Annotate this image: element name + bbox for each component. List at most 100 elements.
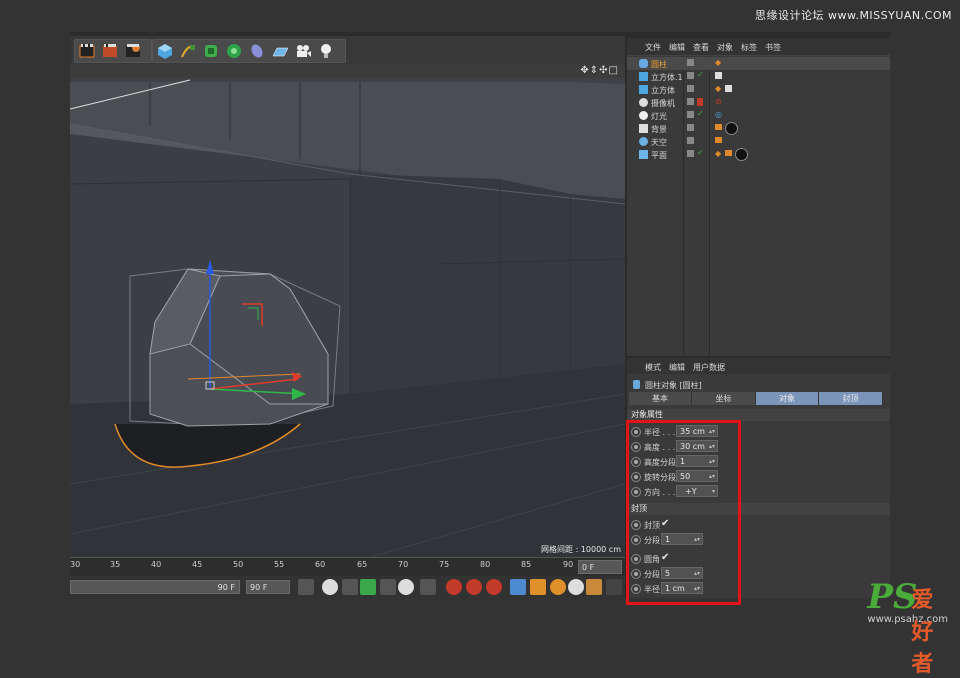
highlight-box <box>626 420 741 605</box>
tab-basic[interactable]: 基本 <box>629 392 692 405</box>
timeline-tick: 50 <box>233 560 244 569</box>
timeline-tick: 85 <box>521 560 532 569</box>
timeline-tick: 80 <box>480 560 491 569</box>
timeline-tick: 30 <box>70 560 81 569</box>
menu-edit[interactable]: 编辑 <box>669 362 685 373</box>
timeline-tick: 40 <box>151 560 162 569</box>
move-key-icon[interactable] <box>510 579 526 595</box>
object-row-camera[interactable]: 摄像机 ⊘ <box>627 96 890 109</box>
object-row-cylinder[interactable]: 圆柱 ◆ <box>627 57 890 70</box>
layer-icon <box>687 98 694 105</box>
render-view-button[interactable] <box>77 41 97 61</box>
timeline-tick: 65 <box>357 560 368 569</box>
cube-icon[interactable] <box>155 41 175 61</box>
viewport-header <box>70 64 625 78</box>
viewport-nav-icons[interactable]: ✥⇕✣□ <box>580 65 619 76</box>
check-icon: ✓ <box>697 70 704 79</box>
end-frame-field[interactable]: 90 F <box>246 580 290 594</box>
check-icon: ✓ <box>697 148 704 157</box>
sky-icon <box>639 137 648 146</box>
attribute-title: 圆柱对象 [圆柱] <box>645 381 702 390</box>
object-row-light[interactable]: 灯光 ✓ ◎ <box>627 109 890 122</box>
menu-bookmark[interactable]: 书签 <box>765 42 781 53</box>
layer-icon <box>687 124 694 131</box>
transport-bar: 90 F 90 F <box>70 576 625 598</box>
pla-key-icon[interactable] <box>586 579 602 595</box>
param-key-icon[interactable] <box>568 579 584 595</box>
tab-coordinates[interactable]: 坐标 <box>692 392 756 405</box>
menu-file[interactable]: 文件 <box>645 42 661 53</box>
array-icon[interactable] <box>224 41 244 61</box>
menu-mode[interactable]: 模式 <box>645 362 661 373</box>
menu-edit[interactable]: 编辑 <box>669 42 685 53</box>
render-settings-button[interactable] <box>123 41 143 61</box>
object-row-sky[interactable]: 天空 <box>627 135 890 148</box>
rotate-key-icon[interactable] <box>550 579 566 595</box>
camera-icon <box>639 98 648 107</box>
timeline-ruler[interactable]: 30 35 40 45 50 55 60 65 70 75 80 85 90 0… <box>70 557 625 576</box>
camera-icon[interactable] <box>293 41 313 61</box>
protection-tag-icon: ⊘ <box>715 97 722 106</box>
render-button-group <box>74 39 152 63</box>
prev-key-icon[interactable] <box>322 579 338 595</box>
grid-spacing-label: 网格间距 : 10000 cm <box>541 545 621 554</box>
tab-caps[interactable]: 封顶 <box>819 392 883 405</box>
layer-icon <box>687 137 694 144</box>
timeline-tick: 90 <box>563 560 574 569</box>
tag-icon: ◆ <box>715 149 722 158</box>
check-icon: ✓ <box>697 109 704 118</box>
pen-spline-icon[interactable] <box>178 41 198 61</box>
frame-range-slider[interactable]: 90 F <box>70 580 240 594</box>
step-forward-icon[interactable] <box>380 579 396 595</box>
object-manager-menu: 文件 编辑 查看 对象 标签 书签 <box>627 38 890 56</box>
timeline-tick: 45 <box>192 560 203 569</box>
layer-icon <box>687 150 694 157</box>
keyframe-selection-icon[interactable] <box>486 579 502 595</box>
menu-view[interactable]: 查看 <box>693 42 709 53</box>
timeline-menu-icon[interactable] <box>606 579 622 595</box>
menu-user-data[interactable]: 用户数据 <box>693 362 725 373</box>
tag-icon: ◆ <box>715 84 722 93</box>
render-region-button[interactable] <box>100 41 120 61</box>
compositing-tag-icon <box>725 150 732 156</box>
texture-tag-icon <box>725 85 732 92</box>
material-tag-icon <box>735 148 748 161</box>
play-icon[interactable] <box>360 579 376 595</box>
tab-object[interactable]: 对象 <box>756 392 819 405</box>
step-back-icon[interactable] <box>342 579 358 595</box>
plane-icon <box>639 150 648 159</box>
tag-icon: ◆ <box>715 58 722 67</box>
menu-tag[interactable]: 标签 <box>741 42 757 53</box>
timeline-tick: 35 <box>110 560 121 569</box>
object-row-background[interactable]: 背景 <box>627 122 890 135</box>
cylinder-icon <box>633 380 640 389</box>
background-icon <box>639 124 648 133</box>
attribute-manager-menu: 模式 编辑 用户数据 <box>627 358 890 374</box>
material-tag-icon <box>725 122 738 135</box>
object-row-plane[interactable]: 平面 ✓ ◆ <box>627 148 890 161</box>
layer-icon <box>687 85 694 92</box>
light-icon <box>639 111 648 120</box>
deformer-icon[interactable] <box>247 41 267 61</box>
subdivision-icon[interactable] <box>201 41 221 61</box>
object-row-cube[interactable]: 立方体 ◆ <box>627 83 890 96</box>
floor-icon[interactable] <box>270 41 290 61</box>
next-key-icon[interactable] <box>398 579 414 595</box>
object-manager: 文件 编辑 查看 对象 标签 书签 圆柱 ◆ 立方体.1 ✓ 立方体 ◆ 摄像机… <box>627 38 890 356</box>
current-frame-field[interactable]: 0 F <box>578 560 622 574</box>
light-icon[interactable] <box>316 41 336 61</box>
timeline-tick: 75 <box>439 560 450 569</box>
layer-icon <box>687 72 694 79</box>
menu-object[interactable]: 对象 <box>717 42 733 53</box>
scale-key-icon[interactable] <box>530 579 546 595</box>
record-key-icon[interactable] <box>446 579 462 595</box>
3d-viewport[interactable]: ✥⇕✣□ 网格间距 : 10000 cm <box>70 64 625 557</box>
watermark-top: 思缘设计论坛 www.MISSYUAN.COM <box>754 9 952 22</box>
camera-flag-icon <box>697 98 703 106</box>
layer-icon <box>687 59 694 66</box>
timeline-tick: 55 <box>274 560 285 569</box>
auto-key-icon[interactable] <box>466 579 482 595</box>
goto-start-icon[interactable] <box>298 579 314 595</box>
object-row-cube1[interactable]: 立方体.1 ✓ <box>627 70 890 83</box>
goto-end-icon[interactable] <box>420 579 436 595</box>
